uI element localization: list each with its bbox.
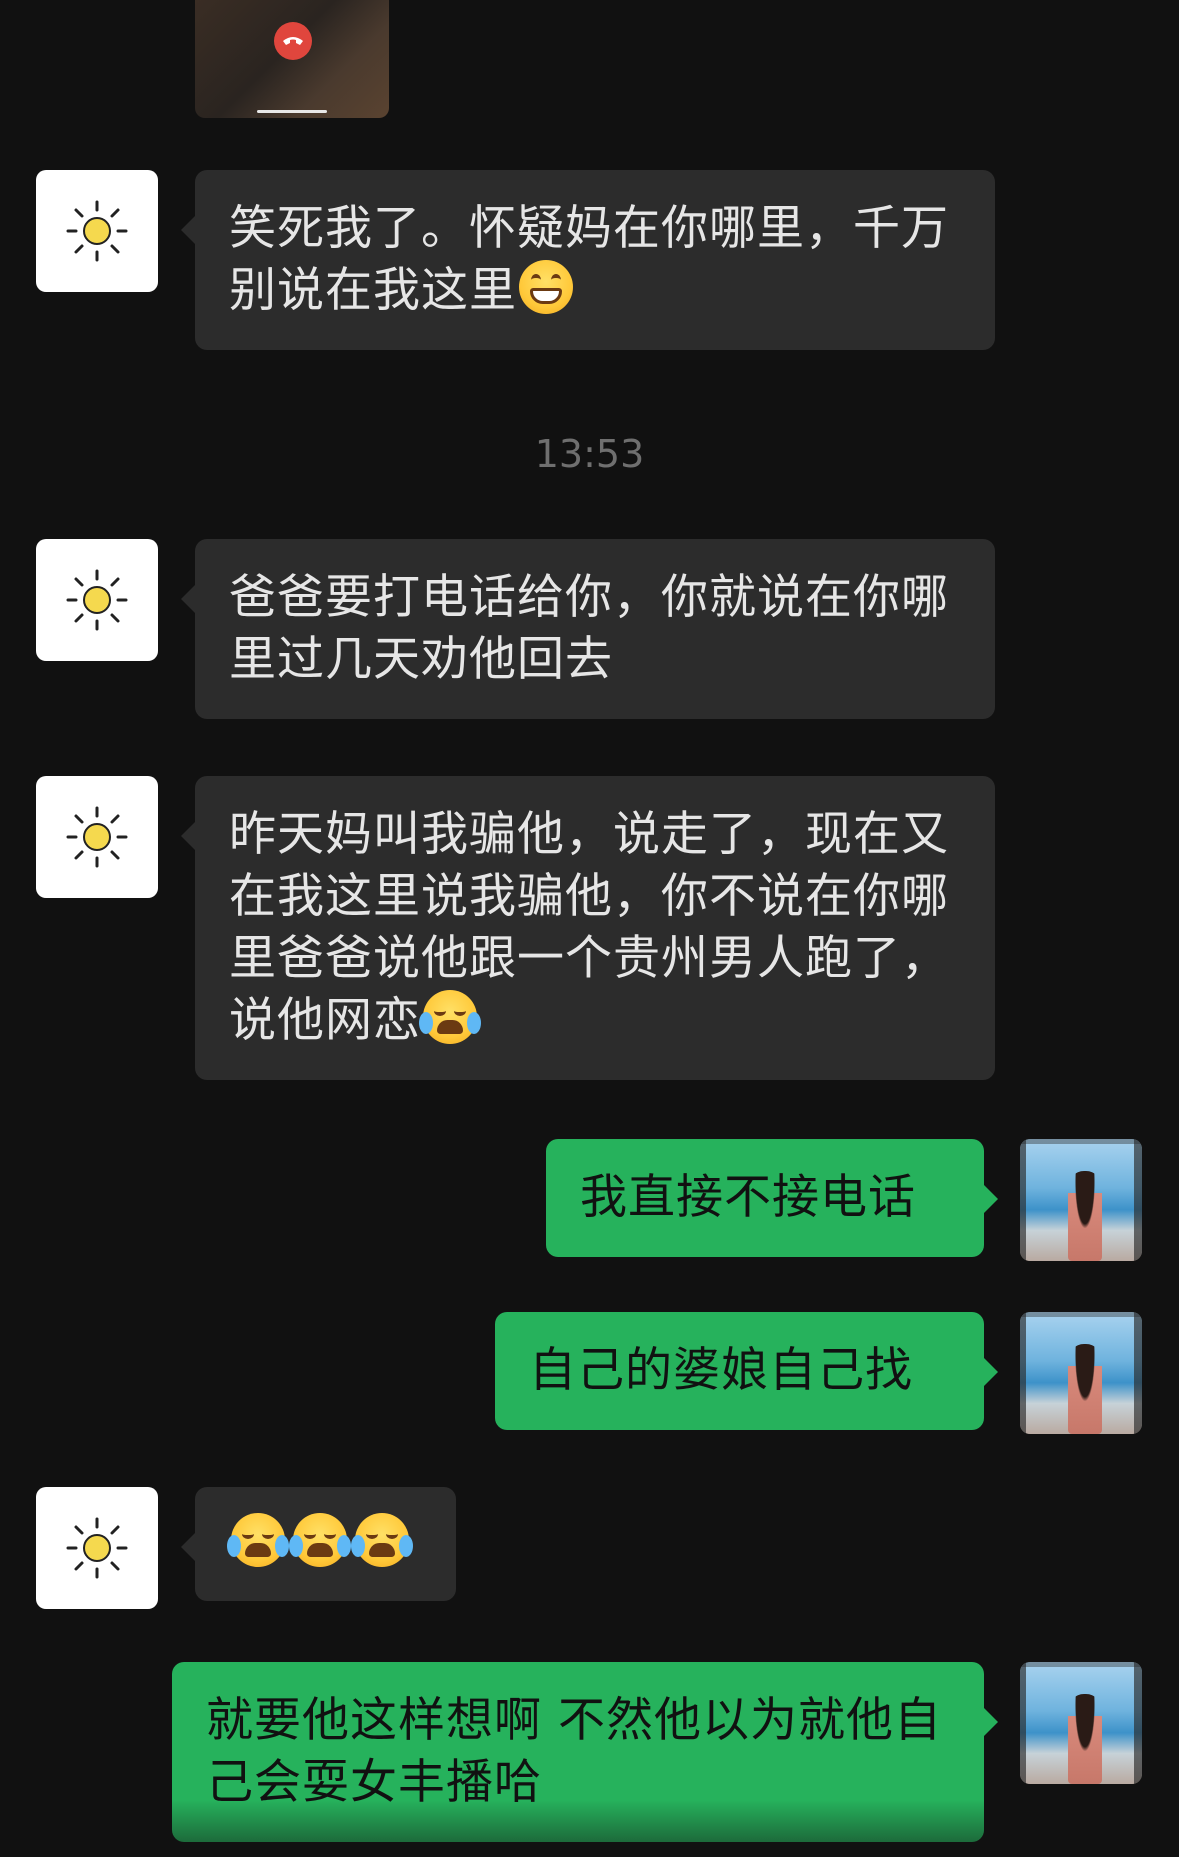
crying-laughing-emoji-icon xyxy=(419,990,481,1044)
avatar-figure xyxy=(1068,1171,1102,1261)
crying-laughing-emoji-icon xyxy=(289,1513,351,1567)
hangup-icon[interactable] xyxy=(274,22,312,60)
sun-icon xyxy=(66,806,128,868)
sun-icon xyxy=(66,200,128,262)
crying-laughing-emoji-icon xyxy=(351,1513,413,1567)
message-text: 自己的婆娘自己找 xyxy=(529,1343,913,1398)
chat-timestamp: 13:53 xyxy=(534,432,645,476)
outgoing-message-bubble[interactable]: 我直接不接电话 xyxy=(546,1139,998,1257)
contact-avatar[interactable] xyxy=(36,170,158,292)
incoming-message-bubble[interactable]: 笑死我了。怀疑妈在你哪里，千万别说在我这里 xyxy=(181,170,995,350)
contact-avatar[interactable] xyxy=(36,1487,158,1609)
incoming-message-bubble[interactable]: 昨天妈叫我骗他，说走了，现在又在我这里说我骗他，你不说在你哪里爸爸说他跟一个贵州… xyxy=(181,776,995,1080)
contact-avatar[interactable] xyxy=(36,539,158,661)
grinning-emoji-icon xyxy=(519,260,573,314)
message-text: 我直接不接电话 xyxy=(580,1170,916,1225)
avatar-figure xyxy=(1068,1344,1102,1434)
contact-avatar[interactable] xyxy=(36,776,158,898)
sun-icon xyxy=(66,1517,128,1579)
sun-icon xyxy=(66,569,128,631)
outgoing-message-bubble[interactable]: 就要他这样想啊 不然他以为就他自己会耍女丰播哈 xyxy=(172,1662,998,1842)
incoming-message-bubble[interactable]: 爸爸要打电话给你，你就说在你哪里过几天劝他回去 xyxy=(181,539,995,719)
message-text: 笑死我了。怀疑妈在你哪里，千万别说在我这里 xyxy=(229,201,949,318)
user-avatar[interactable] xyxy=(1020,1312,1142,1434)
outgoing-message-bubble[interactable]: 自己的婆娘自己找 xyxy=(495,1312,998,1430)
video-call-thumbnail[interactable] xyxy=(195,0,389,118)
crying-laughing-emoji-icon xyxy=(227,1513,289,1567)
avatar-figure xyxy=(1068,1694,1102,1784)
message-text: 爸爸要打电话给你，你就说在你哪里过几天劝他回去 xyxy=(229,570,949,687)
user-avatar[interactable] xyxy=(1020,1662,1142,1784)
home-indicator xyxy=(257,110,327,113)
incoming-message-bubble[interactable] xyxy=(181,1487,456,1601)
message-text: 昨天妈叫我骗他，说走了，现在又在我这里说我骗他，你不说在你哪里爸爸说他跟一个贵州… xyxy=(229,807,949,1048)
message-text: 就要他这样想啊 不然他以为就他自己会耍女丰播哈 xyxy=(206,1693,942,1810)
user-avatar[interactable] xyxy=(1020,1139,1142,1261)
